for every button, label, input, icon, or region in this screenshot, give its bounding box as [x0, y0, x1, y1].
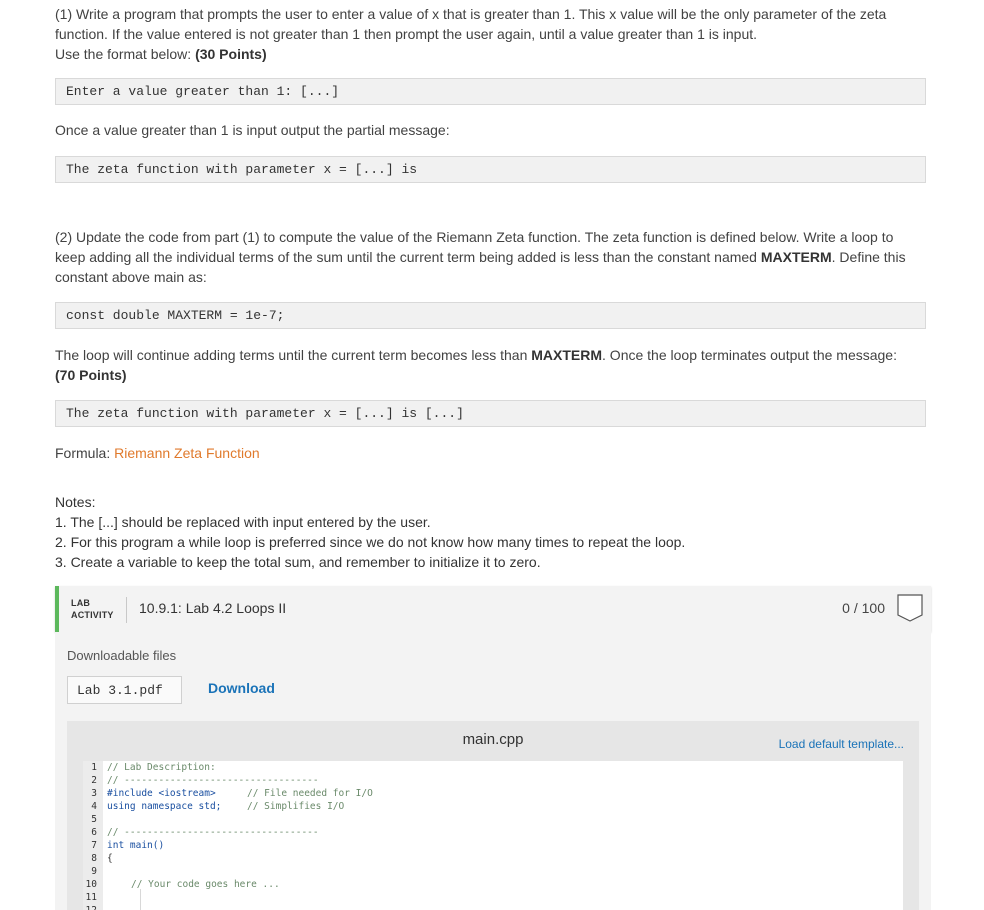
- lab-activity-body: Downloadable files Lab 3.1.pdf Download …: [55, 632, 931, 910]
- lab-tag-line2: ACTIVITY: [71, 610, 114, 620]
- notes-title: Notes:: [55, 494, 96, 510]
- part1-paragraph: (1) Write a program that prompts the use…: [55, 4, 925, 64]
- part2-line3: constant above main as:: [55, 269, 207, 285]
- part2-loop-text: The loop will continue adding terms unti…: [55, 347, 532, 363]
- code-text: #include <iostream>: [107, 788, 216, 799]
- part2-const-code: const double MAXTERM = 1e-7;: [55, 302, 926, 329]
- part2-points: (70 Points): [55, 367, 127, 383]
- part2-loop-suffix: . Once the loop terminates output the me…: [602, 347, 897, 363]
- lab-activity-header: LAB ACTIVITY 10.9.1: Lab 4.2 Loops II 0 …: [55, 586, 931, 632]
- part2-line2: keep adding all the individual terms of …: [55, 247, 925, 267]
- lab-title: 10.9.1: Lab 4.2 Loops II: [139, 600, 287, 616]
- note-item: 2. For this program a while loop is pref…: [55, 534, 686, 550]
- part1-format-text: Use the format below:: [55, 46, 196, 62]
- code-text: // Lab Description:: [107, 762, 216, 773]
- code-text: int main(): [107, 840, 165, 851]
- load-default-template-link[interactable]: Load default template...: [779, 737, 904, 751]
- lab-activity-tag: LAB ACTIVITY: [71, 597, 114, 621]
- code-comment: // File needed for I/O: [247, 788, 373, 799]
- file-name-chip: Lab 3.1.pdf: [67, 676, 182, 704]
- part2-output-code: The zeta function with parameter x = [..…: [55, 400, 926, 427]
- part1-after-text: Once a value greater than 1 is input out…: [55, 122, 450, 138]
- part1-line1: (1) Write a program that prompts the use…: [55, 6, 887, 22]
- riemann-zeta-link[interactable]: Riemann Zeta Function: [114, 445, 260, 461]
- formula-line: Formula: Riemann Zeta Function: [55, 443, 925, 463]
- part2-line1: (2) Update the code from part (1) to com…: [55, 229, 894, 245]
- code-text: {: [107, 853, 113, 864]
- part1-prompt-code: Enter a value greater than 1: [...]: [55, 78, 926, 105]
- score-shield-icon: [897, 594, 923, 622]
- indent-guide: [140, 889, 141, 910]
- code-comment: // Simplifies I/O: [247, 801, 345, 812]
- code-editor: main.cpp Load default template... 1// La…: [67, 721, 919, 910]
- code-text: using namespace std;: [107, 801, 222, 812]
- part2-loop-paragraph: The loop will continue adding terms unti…: [55, 345, 925, 385]
- part1-line3: Use the format below: (30 Points): [55, 44, 925, 64]
- code-area[interactable]: 1// Lab Description: 2// ---------------…: [83, 761, 903, 910]
- note-item: 3. Create a variable to keep the total s…: [55, 554, 541, 570]
- lab-header-divider: [126, 597, 127, 623]
- part2-loop-maxterm: MAXTERM: [531, 347, 603, 363]
- part2-line2-text: keep adding all the individual terms of …: [55, 249, 761, 265]
- part2-line2-suffix: . Define this: [831, 249, 906, 265]
- part2-loop-line: The loop will continue adding terms unti…: [55, 345, 925, 365]
- download-link[interactable]: Download: [208, 680, 275, 696]
- downloadable-files-label: Downloadable files: [67, 648, 177, 663]
- formula-label: Formula:: [55, 445, 115, 461]
- lab-tag-line1: LAB: [71, 598, 91, 608]
- page: (1) Write a program that prompts the use…: [0, 0, 984, 910]
- notes-section: Notes: 1. The [...] should be replaced w…: [55, 492, 685, 572]
- code-text: // ----------------------------------: [107, 827, 319, 838]
- note-item: 1. The [...] should be replaced with inp…: [55, 514, 431, 530]
- part2-maxterm: MAXTERM: [760, 249, 832, 265]
- code-text: // Your code goes here ...: [131, 879, 280, 890]
- code-text: // ----------------------------------: [107, 775, 319, 786]
- lab-score: 0 / 100: [842, 600, 885, 616]
- part1-points: (30 Points): [195, 46, 267, 62]
- part1-output-code: The zeta function with parameter x = [..…: [55, 156, 926, 183]
- part2-paragraph: (2) Update the code from part (1) to com…: [55, 227, 925, 287]
- part1-line2: function. If the value entered is not gr…: [55, 26, 758, 42]
